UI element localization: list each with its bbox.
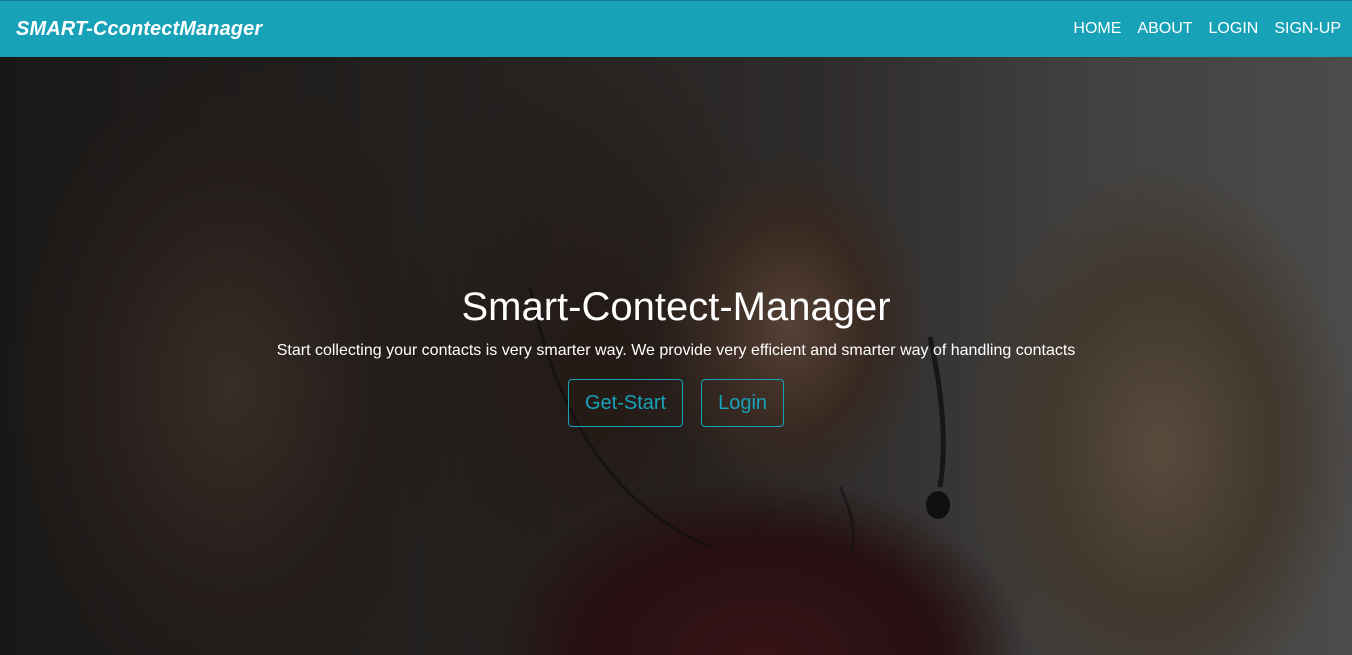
brand-logo-link[interactable]: SMART-CcontectManager (16, 18, 262, 41)
nav-link-home[interactable]: HOME (1073, 20, 1121, 38)
hero-banner: Smart-Contect-Manager Start collecting y… (0, 57, 1352, 655)
login-button[interactable]: Login (701, 379, 785, 427)
hero-button-row: Get-Start Login (0, 379, 1352, 427)
hero-title: Smart-Contect-Manager (461, 285, 891, 329)
nav-link-login[interactable]: LOGIN (1209, 20, 1259, 38)
nav-links: HOME ABOUT LOGIN SIGN-UP (1057, 20, 1341, 38)
hero-subtitle: Start collecting your contacts is very s… (276, 342, 1076, 359)
hero-content: Smart-Contect-Manager Start collecting y… (0, 57, 1352, 655)
navbar: SMART-CcontectManager HOME ABOUT LOGIN S… (0, 0, 1352, 57)
nav-link-about[interactable]: ABOUT (1137, 20, 1192, 38)
get-start-button[interactable]: Get-Start (567, 379, 684, 427)
nav-link-signup[interactable]: SIGN-UP (1274, 20, 1341, 38)
